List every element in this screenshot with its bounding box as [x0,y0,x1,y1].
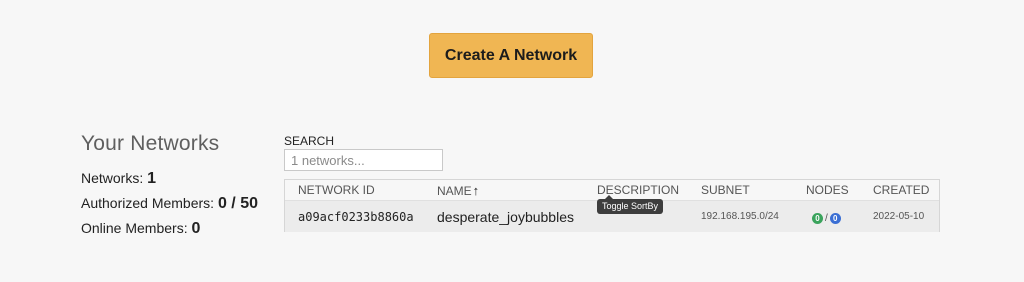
online-nodes-badge: 0 [812,213,823,225]
online-members-label: Online Members: [81,220,188,236]
column-header-nodes[interactable]: NODES [806,183,849,197]
column-header-name-label: NAME [437,184,472,198]
network-name-cell: desperate_joybubbles [437,209,574,225]
search-input[interactable] [284,149,443,171]
nodes-cell: 0/0 [812,210,841,228]
create-network-button[interactable]: Create A Network [429,33,593,78]
authorized-members: Authorized Members: 0 / 50 [81,195,258,212]
page-title: Your Networks [81,132,220,155]
nodes-separator: / [825,213,828,225]
authorized-members-label: Authorized Members: [81,195,215,211]
created-cell: 2022-05-10 [873,211,925,222]
column-header-created[interactable]: CREATED [873,183,929,197]
column-header-name[interactable]: NAME↑ [437,183,479,198]
networks-count-value: 1 [147,170,157,187]
network-summary: Your Networks Networks: 1 Authorized Mem… [81,132,258,245]
network-id-cell: a09acf0233b8860a [298,210,414,224]
networks-count: Networks: 1 [81,170,258,187]
subnet-cell: 192.168.195.0/24 [701,211,779,222]
networks-count-label: Networks: [81,170,144,186]
online-members: Online Members: 0 [81,220,258,237]
sort-tooltip: Toggle SortBy [597,195,664,214]
column-header-network-id[interactable]: NETWORK ID [298,183,375,197]
authorized-members-value: 0 / 50 [217,195,258,212]
online-members-value: 0 [191,220,201,237]
column-header-subnet[interactable]: SUBNET [701,183,750,197]
total-nodes-badge: 0 [829,213,841,225]
arrow-up-icon: ↑ [472,183,480,198]
search-label: SEARCH [284,134,335,148]
